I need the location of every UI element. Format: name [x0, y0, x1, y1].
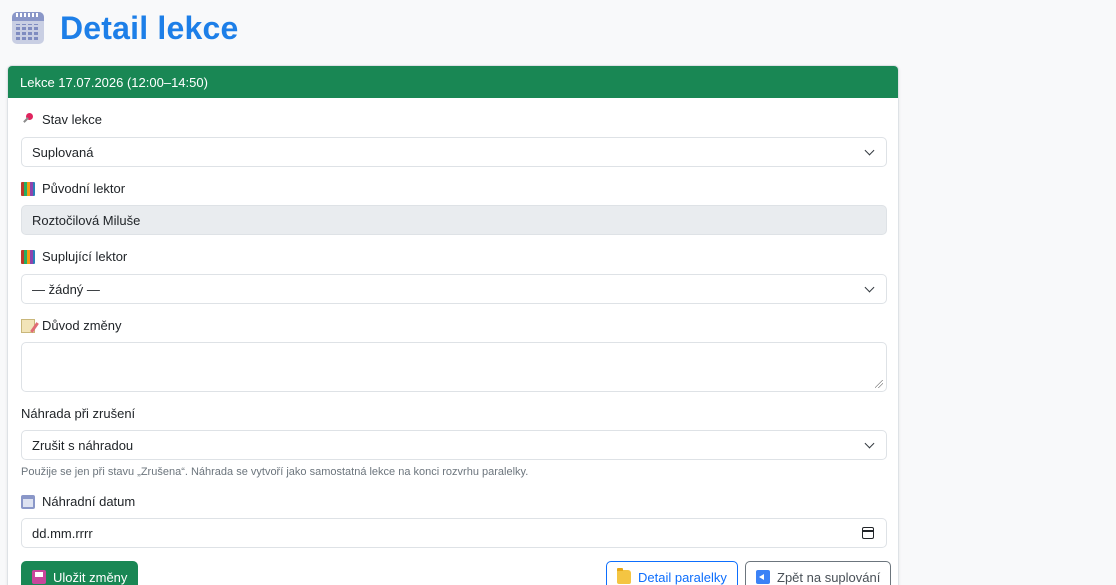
- books-icon: [21, 249, 35, 264]
- original-teacher-label: Původní lektor: [21, 181, 125, 196]
- status-select[interactable]: Suplovaná: [21, 137, 887, 167]
- calendar-icon: [12, 12, 44, 44]
- chevron-down-icon: [864, 145, 875, 156]
- page-title: Detail lekce: [60, 9, 239, 46]
- substitute-teacher-value: — žádný —: [32, 281, 100, 297]
- chevron-down-icon: [864, 282, 875, 293]
- detail-paralelky-button[interactable]: Detail paralelky: [606, 561, 738, 585]
- original-teacher-field: Roztočilová Miluše: [21, 205, 887, 235]
- reason-textarea[interactable]: [21, 342, 887, 392]
- replacement-date-label-text: Náhradní datum: [42, 494, 136, 509]
- cancel-replacement-help: Použije se jen při stavu „Zrušena“. Náhr…: [21, 466, 529, 478]
- detail-button-label: Detail paralelky: [638, 569, 727, 585]
- back-button-label: Zpět na suplování: [777, 569, 881, 585]
- books-icon: [21, 181, 35, 196]
- pushpin-icon: [21, 112, 35, 127]
- original-teacher-label-text: Původní lektor: [42, 181, 126, 196]
- substitute-teacher-label-text: Suplující lektor: [42, 249, 128, 264]
- cancel-replacement-label-text: Náhrada při zrušení: [21, 406, 136, 421]
- cancel-replacement-value: Zrušit s náhradou: [32, 437, 134, 453]
- substitute-teacher-label: Suplující lektor: [21, 249, 127, 264]
- folder-icon: [617, 568, 631, 584]
- reason-label: Důvod změny: [21, 318, 121, 333]
- calendar-icon: [21, 494, 35, 509]
- floppy-disk-icon: [32, 570, 46, 584]
- memo-icon: [21, 318, 35, 333]
- lesson-card: Lekce 17.07.2026 (12:00–14:50) Stav lekc…: [7, 65, 899, 585]
- replacement-date-label: Náhradní datum: [21, 494, 135, 509]
- replacement-date-input[interactable]: dd.mm.rrrr: [21, 518, 887, 548]
- save-button[interactable]: Uložit změny: [21, 561, 139, 585]
- status-label-text: Stav lekce: [42, 112, 102, 127]
- back-to-substitutions-button[interactable]: Zpět na suplování: [745, 561, 892, 585]
- status-select-value: Suplovaná: [32, 144, 94, 160]
- cancel-replacement-select[interactable]: Zrušit s náhradou: [21, 430, 887, 460]
- status-label: Stav lekce: [21, 112, 102, 127]
- replacement-date-placeholder: dd.mm.rrrr: [32, 525, 93, 541]
- calendar-picker-icon[interactable]: [862, 527, 874, 539]
- original-teacher-value: Roztočilová Miluše: [32, 212, 141, 228]
- cancel-replacement-label: Náhrada při zrušení: [21, 406, 135, 421]
- resize-handle-icon[interactable]: [875, 380, 883, 388]
- chevron-down-icon: [864, 438, 875, 449]
- card-header: Lekce 17.07.2026 (12:00–14:50): [8, 66, 898, 98]
- page-header: Detail lekce: [12, 8, 239, 48]
- back-arrow-icon: [756, 570, 770, 584]
- reason-label-text: Důvod změny: [42, 318, 122, 333]
- save-button-label: Uložit změny: [53, 569, 128, 585]
- substitute-teacher-select[interactable]: — žádný —: [21, 274, 887, 304]
